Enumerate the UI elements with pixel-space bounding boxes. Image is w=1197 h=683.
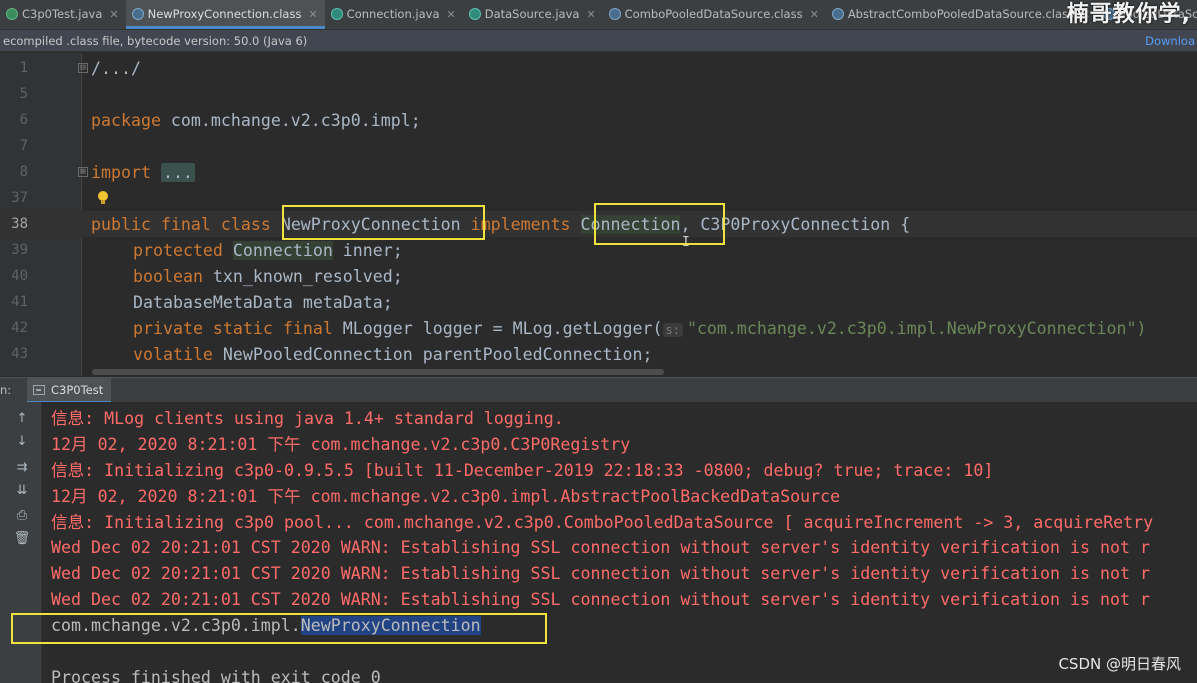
- java-file-icon: [6, 8, 18, 20]
- trash-icon[interactable]: 🗑: [13, 530, 31, 548]
- decompiled-message: ecompiled .class file, bytecode version:…: [3, 33, 308, 48]
- console-line: Wed Dec 02 20:21:01 CST 2020 WARN: Estab…: [51, 563, 1150, 583]
- code-line: 6 package com.mchange.v2.c3p0.impl;: [0, 107, 1197, 133]
- keyword: protected: [133, 240, 233, 260]
- decompiled-info-bar: ecompiled .class file, bytecode version:…: [0, 30, 1197, 52]
- class-file-icon: [831, 8, 844, 20]
- code-line: 40 boolean txn_known_resolved;: [0, 263, 1197, 289]
- close-icon[interactable]: ✕: [586, 8, 595, 21]
- code-line: 42 private static final MLogger logger =…: [0, 315, 1197, 341]
- code-line: 43 volatile NewPooledConnection parentPo…: [0, 341, 1197, 367]
- code-text: boolean txn_known_resolved;: [133, 267, 403, 286]
- line-number: 43: [11, 346, 28, 362]
- console-process-line: Process finished with exit code 0: [51, 667, 381, 683]
- console-line: 12月 02, 2020 8:21:01 下午 com.mchange.v2.c…: [51, 435, 631, 454]
- close-icon[interactable]: ✕: [109, 8, 118, 21]
- code-line: 41 DatabaseMetaData metaData;: [0, 289, 1197, 315]
- run-tab-label: C3P0Test: [51, 383, 104, 397]
- line-number: 1: [19, 60, 28, 76]
- tab-datasource-java[interactable]: DataSource.java ✕: [463, 0, 603, 29]
- console-line: Wed Dec 02 20:21:01 CST 2020 WARN: Estab…: [51, 589, 1150, 609]
- line-number: 8: [19, 164, 28, 180]
- console-line: 信息: MLog clients using java 1.4+ standar…: [51, 409, 564, 428]
- scroll-down-icon[interactable]: ↓: [13, 433, 31, 451]
- line-number: 39: [11, 242, 28, 258]
- csdn-watermark: CSDN @明日春风: [1058, 655, 1181, 673]
- keyword: import: [91, 162, 151, 182]
- line-number: 40: [11, 268, 28, 284]
- fold-toggle-icon[interactable]: ⊟: [78, 63, 88, 73]
- line-number: 37: [11, 190, 28, 206]
- interface-file-icon: [330, 8, 343, 20]
- lightbulb-icon[interactable]: [97, 191, 109, 205]
- code-text: private static final MLogger logger = ML…: [133, 319, 1147, 338]
- keyword: boolean: [133, 266, 203, 286]
- horizontal-scrollbar[interactable]: [92, 369, 664, 375]
- code-text: volatile NewPooledConnection parentPoole…: [133, 345, 653, 364]
- console-line: Wed Dec 02 20:21:01 CST 2020 WARN: Estab…: [51, 537, 1150, 557]
- type-name: Connection: [232, 240, 333, 260]
- console-line: 信息: Initializing c3p0 pool... com.mchang…: [51, 513, 1154, 532]
- code-text: package com.mchange.v2.c3p0.impl;: [91, 111, 421, 130]
- keyword: private static final: [133, 318, 333, 338]
- keyword: public final class: [91, 214, 281, 234]
- line-number: 6: [19, 112, 28, 128]
- tab-c3p0test-java[interactable]: C3p0Test.java ✕: [0, 0, 126, 29]
- console-icon: [33, 385, 45, 395]
- line-number: 7: [19, 138, 28, 154]
- annotation-box-interface-name: [594, 203, 725, 245]
- tab-connection-java[interactable]: Connection.java ✕: [325, 0, 463, 29]
- scroll-up-icon[interactable]: ↑: [13, 410, 31, 428]
- line-number: 42: [11, 320, 28, 336]
- keyword: volatile: [133, 344, 213, 364]
- soft-wrap-icon[interactable]: ⇉: [13, 459, 31, 477]
- code-line: 8 ⊞ import ...: [0, 159, 1197, 185]
- fold-toggle-icon[interactable]: ⊞: [78, 167, 88, 177]
- line-number: 38: [11, 216, 28, 232]
- class-file-icon: [131, 8, 144, 20]
- code-text: /.../: [91, 58, 141, 78]
- annotation-box-class-name: [282, 205, 485, 240]
- code-text: public final class NewProxyConnection im…: [91, 214, 910, 234]
- tab-run-c3p0test[interactable]: C3P0Test: [27, 377, 112, 403]
- code-text: DatabaseMetaData metaData;: [133, 292, 393, 312]
- line-number: 41: [11, 294, 28, 310]
- line-number: 5: [19, 86, 28, 102]
- interface-file-icon: [468, 8, 481, 20]
- tab-newproxyconnection-class[interactable]: NewProxyConnection.class ✕: [125, 0, 325, 29]
- code-text: import ...: [91, 162, 195, 182]
- keyword: package: [91, 110, 161, 130]
- code-text: com.mchange.v2.c3p0.impl;: [160, 110, 421, 130]
- scroll-to-end-icon[interactable]: ⇊: [13, 482, 31, 500]
- editor-tab-bar: C3p0Test.java ✕ NewProxyConnection.class ✕…: [0, 0, 1197, 30]
- code-line: 1 ⊟ /.../: [0, 55, 1197, 81]
- annotation-box-console-output: [11, 613, 547, 644]
- console-line: 12月 02, 2020 8:21:01 下午 com.mchange.v2.c…: [51, 487, 841, 506]
- watermark-top: 楠哥教你学,: [1066, 2, 1191, 27]
- code-text: txn_known_resolved;: [202, 266, 403, 286]
- code-text: MLogger logger = MLog.getLogger(: [332, 318, 663, 338]
- code-text: protected Connection inner;: [133, 240, 403, 260]
- console-line: 信息: Initializing c3p0-0.9.5.5 [built 11-…: [51, 461, 994, 480]
- run-panel-header: n: C3P0Test: [0, 377, 1197, 403]
- close-icon[interactable]: ✕: [810, 8, 819, 21]
- folded-imports[interactable]: ...: [160, 162, 195, 182]
- download-sources-link[interactable]: Downloa: [1145, 34, 1195, 48]
- class-file-icon: [608, 8, 621, 20]
- code-text: NewPooledConnection parentPooledConnecti…: [212, 344, 653, 364]
- print-icon[interactable]: ⎙: [13, 507, 31, 525]
- code-line: 5: [0, 81, 1197, 107]
- string-literal: "com.mchange.v2.c3p0.impl.NewProxyConnec…: [686, 318, 1147, 338]
- tab-abstractcombopooleddatasource-class[interactable]: AbstractComboPooledDataSource.class ✕: [826, 0, 1097, 29]
- code-line: 7: [0, 133, 1197, 159]
- run-label: n:: [0, 383, 12, 397]
- code-text: inner;: [332, 240, 403, 260]
- close-icon[interactable]: ✕: [447, 8, 456, 21]
- close-icon[interactable]: ✕: [308, 8, 317, 21]
- parameter-hint: s:: [662, 322, 683, 337]
- tab-combopooleddatasource-class[interactable]: ComboPooledDataSource.class ✕: [603, 0, 826, 29]
